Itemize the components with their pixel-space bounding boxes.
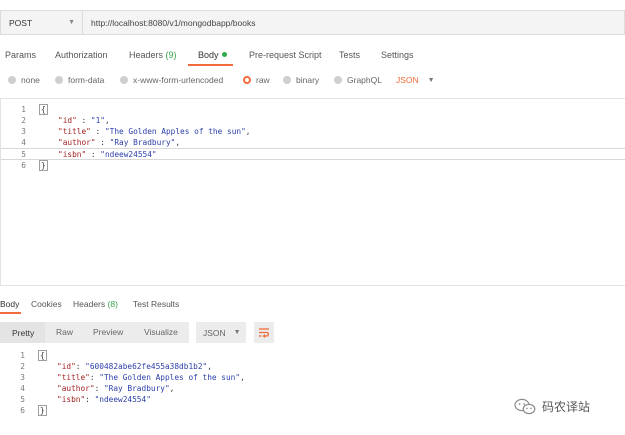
body-format-select[interactable]: JSON ▼ <box>396 75 435 85</box>
line-number: 1 <box>20 351 25 360</box>
active-response-tab-indicator <box>0 312 21 314</box>
view-visualize-button[interactable]: Visualize <box>144 327 178 337</box>
code-line: 4 "author": "Ray Bradbury", <box>0 383 625 394</box>
line-number: 5 <box>20 395 25 404</box>
line-number: 3 <box>20 373 25 382</box>
view-raw-button[interactable]: Raw <box>56 327 73 337</box>
line-number: 6 <box>20 406 25 415</box>
radio-graphql-label: GraphQL <box>347 75 382 85</box>
chevron-down-icon: ▼ <box>427 76 435 84</box>
radio-selected-icon <box>243 76 251 84</box>
radio-urlencoded-label: x-www-form-urlencoded <box>133 75 224 85</box>
body-modified-dot <box>221 52 227 57</box>
response-format-label: JSON <box>203 327 226 338</box>
active-tab-indicator <box>188 64 233 66</box>
radio-circle-icon <box>283 76 291 84</box>
code-line: 3 "title" : "The Golden Apples of the su… <box>1 126 625 137</box>
line-number: 5 <box>21 150 26 159</box>
response-headers-count-badge: (8) <box>107 299 118 309</box>
radio-urlencoded[interactable]: x-www-form-urlencoded <box>120 75 223 85</box>
response-tabs: Body Cookies Headers (8) Test Results <box>0 296 625 314</box>
view-pretty-button[interactable]: Pretty <box>0 322 45 343</box>
chevron-down-icon: ▼ <box>68 19 75 26</box>
radio-circle-icon <box>55 76 63 84</box>
radio-binary-label: binary <box>296 75 320 85</box>
view-mode-group: Raw Preview Visualize <box>45 322 189 343</box>
radio-none[interactable]: none <box>8 75 40 85</box>
tab-headers[interactable]: Headers (9) <box>129 50 177 60</box>
url-input[interactable]: http://localhost:8080/v1/mongodbapp/book… <box>82 10 625 35</box>
wrap-lines-button[interactable] <box>254 322 274 343</box>
response-format-toolbar: Pretty Raw Preview Visualize JSON ▼ <box>0 322 625 343</box>
code-line: 6 } <box>1 160 625 171</box>
line-number: 2 <box>20 362 25 371</box>
radio-circle-icon <box>120 76 128 84</box>
code-line: 1 { <box>1 104 625 115</box>
tab-response-headers[interactable]: Headers (8) <box>73 299 118 309</box>
radio-binary[interactable]: binary <box>283 75 319 85</box>
tab-params[interactable]: Params <box>5 50 36 60</box>
wrap-lines-icon <box>259 328 269 338</box>
headers-count-badge: (9) <box>165 50 177 60</box>
tab-body-label: Body <box>198 50 219 60</box>
radio-graphql[interactable]: GraphQL <box>334 75 382 85</box>
code-line: 2 "id": "600482abe62fe455a38db1b2", <box>0 361 625 372</box>
wechat-icon <box>514 398 536 415</box>
tab-prerequest-script[interactable]: Pre-request Script <box>249 50 322 60</box>
close-brace: } <box>38 405 47 416</box>
radio-none-label: none <box>21 75 40 85</box>
tab-authorization[interactable]: Authorization <box>55 50 108 60</box>
tab-response-cookies[interactable]: Cookies <box>31 299 62 309</box>
code-line: 2 "id" : "1", <box>1 115 625 126</box>
tab-tests[interactable]: Tests <box>339 50 360 60</box>
line-number: 4 <box>20 384 25 393</box>
line-number: 1 <box>21 105 26 114</box>
tab-test-results[interactable]: Test Results <box>133 299 179 309</box>
tab-response-body[interactable]: Body <box>0 299 19 309</box>
watermark-text: 码农译站 <box>542 400 591 414</box>
line-number: 6 <box>21 161 26 170</box>
request-tabs: Params Authorization Headers (9) Body Pr… <box>0 44 625 66</box>
line-number: 3 <box>21 127 26 136</box>
body-format-label: JSON <box>396 75 419 85</box>
view-preview-button[interactable]: Preview <box>93 327 123 337</box>
tab-headers-label: Headers <box>129 50 164 60</box>
radio-circle-icon <box>334 76 342 84</box>
method-label: POST <box>9 17 33 28</box>
radio-circle-icon <box>8 76 16 84</box>
open-brace: { <box>39 104 48 115</box>
radio-raw-label: raw <box>256 75 270 85</box>
tab-settings[interactable]: Settings <box>381 50 414 60</box>
code-line: 3 "title": "The Golden Apples of the sun… <box>0 372 625 383</box>
chevron-down-icon: ▼ <box>233 329 241 336</box>
open-brace: { <box>38 350 47 361</box>
code-line: 1 { <box>0 350 625 361</box>
request-url-bar: POST ▼ http://localhost:8080/v1/mongodba… <box>0 10 625 35</box>
code-line: 4 "author" : "Ray Bradbury", <box>1 137 625 148</box>
radio-form-data-label: form-data <box>68 75 105 85</box>
watermark: 码农译站 <box>514 398 590 415</box>
tab-response-headers-label: Headers <box>73 299 106 309</box>
request-body-editor[interactable]: 1 { 2 "id" : "1", 3 "title" : "The Golde… <box>0 98 625 286</box>
code-line-active: 5 "isbn" : "ndeew24554" <box>1 148 625 160</box>
tab-body[interactable]: Body <box>198 50 227 60</box>
close-brace: } <box>39 160 48 171</box>
radio-form-data[interactable]: form-data <box>55 75 104 85</box>
body-type-selector: none form-data x-www-form-urlencoded raw… <box>0 72 625 90</box>
line-number: 2 <box>21 116 26 125</box>
radio-raw[interactable]: raw <box>243 75 270 85</box>
line-number: 4 <box>21 138 26 147</box>
response-format-select[interactable]: JSON ▼ <box>196 322 246 343</box>
method-select[interactable]: POST ▼ <box>0 10 82 35</box>
